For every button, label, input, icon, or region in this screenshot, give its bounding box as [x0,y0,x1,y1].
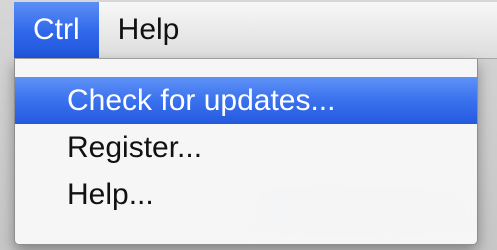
menu-item-help-label: Help... [67,177,154,211]
menu-ctrl[interactable]: Ctrl [14,2,99,58]
menu-item-help[interactable]: Help... [15,171,477,218]
menu-item-register-label: Register... [67,130,203,164]
menu-bar: Ctrl Help [14,2,497,59]
menu-ctrl-label: Ctrl [33,13,80,46]
menu-item-check-for-updates[interactable]: Check for updates... [15,77,477,124]
menu-help-label: Help [117,13,180,46]
ctrl-dropdown-menu: Check for updates... Register... Help... [14,59,478,245]
menu-item-check-for-updates-label: Check for updates... [67,83,336,117]
menu-help[interactable]: Help [99,2,199,58]
menu-item-register[interactable]: Register... [15,124,477,171]
